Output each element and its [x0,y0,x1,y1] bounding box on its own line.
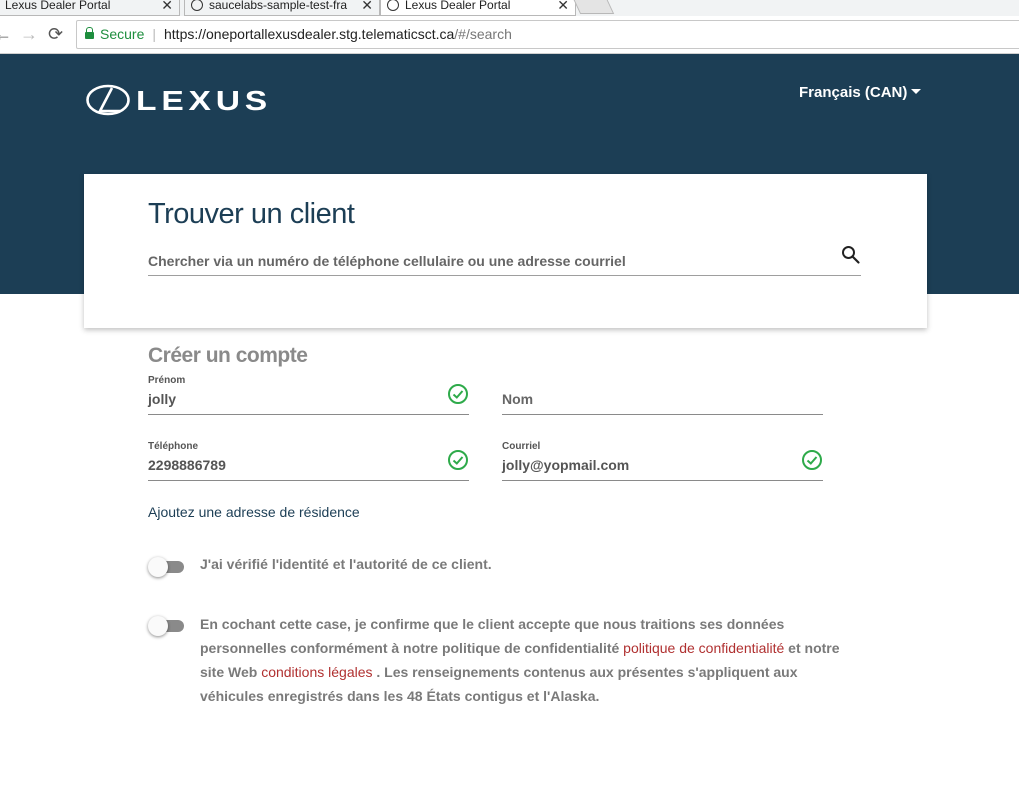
create-account-title: Créer un compte [148,344,308,367]
forward-icon[interactable]: → [20,24,38,44]
browser-tab[interactable]: Lexus Dealer Portal ✕ [0,0,180,16]
email-value: jolly@yopmail.com [502,457,630,473]
language-dropdown[interactable]: Français (CAN) [799,84,922,101]
last-name-placeholder: Nom [502,391,534,407]
search-card: Trouver un client [84,174,927,328]
reload-icon[interactable]: ⟳ [48,24,63,44]
tab-title: Lexus Dealer Portal [405,0,511,12]
first-name-field[interactable]: Prénom jolly [148,375,469,415]
secure-label: Secure [100,26,145,42]
back-icon[interactable]: ← [0,24,12,44]
email-label: Courriel [502,441,541,452]
email-field[interactable]: Courriel jolly@yopmail.com [502,441,823,481]
language-label: Français (CAN) [799,84,908,101]
last-name-field[interactable]: Nom [502,375,823,415]
search-icon[interactable] [841,245,861,265]
identity-verified-label: J'ai vérifié l'identité et l'autorité de… [200,556,492,572]
consent-text: En cochant cette case, je confirme que l… [200,612,860,708]
close-tab-icon[interactable]: ✕ [557,0,569,14]
browser-tab[interactable]: saucelabs-sample-test-fra ✕ [184,0,380,16]
close-tab-icon[interactable]: ✕ [361,0,373,14]
github-favicon-icon [191,0,203,11]
first-name-value: jolly [148,391,177,407]
phone-label: Téléphone [148,441,199,452]
tab-title: Lexus Dealer Portal [5,0,111,12]
lock-icon [85,27,94,39]
valid-check-icon [448,450,468,470]
toggle-knob [148,557,168,577]
logo-wordmark: LEXUS [136,85,272,116]
valid-check-icon [448,384,468,404]
legal-terms-link[interactable]: conditions légales [261,664,372,680]
phone-value: 2298886789 [148,457,226,473]
browser-tab-active[interactable]: Lexus Dealer Portal ✕ [380,0,576,16]
identity-verified-toggle[interactable] [148,557,184,577]
valid-check-icon [802,450,822,470]
new-tab-button[interactable] [571,0,615,14]
url-path: /#/search [454,26,512,42]
toggle-knob [148,616,168,636]
browser-toolbar: ← → ⟳ Secure | https://oneportallexusdeale… [0,16,1019,54]
lexus-logo: LEXUS [86,84,272,116]
first-name-label: Prénom [148,375,186,386]
address-separator: | [152,26,156,42]
privacy-policy-link[interactable]: politique de confidentialité [623,640,784,656]
customer-search-input[interactable] [148,250,861,276]
add-residence-address-link[interactable]: Ajoutez une adresse de résidence [148,504,360,520]
close-tab-icon[interactable]: ✕ [161,0,173,14]
search-card-title: Trouver un client [148,198,355,230]
address-bar[interactable]: Secure | https://oneportallexusdealer.stg.… [76,20,1019,49]
consent-toggle[interactable] [148,616,184,636]
phone-field[interactable]: Téléphone 2298886789 [148,441,469,481]
tab-title: saucelabs-sample-test-fra [209,0,348,12]
lexus-favicon-icon [387,0,399,11]
url-host: https://oneportallexusdealer.stg.telemat… [164,26,455,42]
caret-down-icon [911,89,922,94]
browser-tab-strip: Lexus Dealer Portal ✕ saucelabs-sample-t… [0,0,1019,16]
